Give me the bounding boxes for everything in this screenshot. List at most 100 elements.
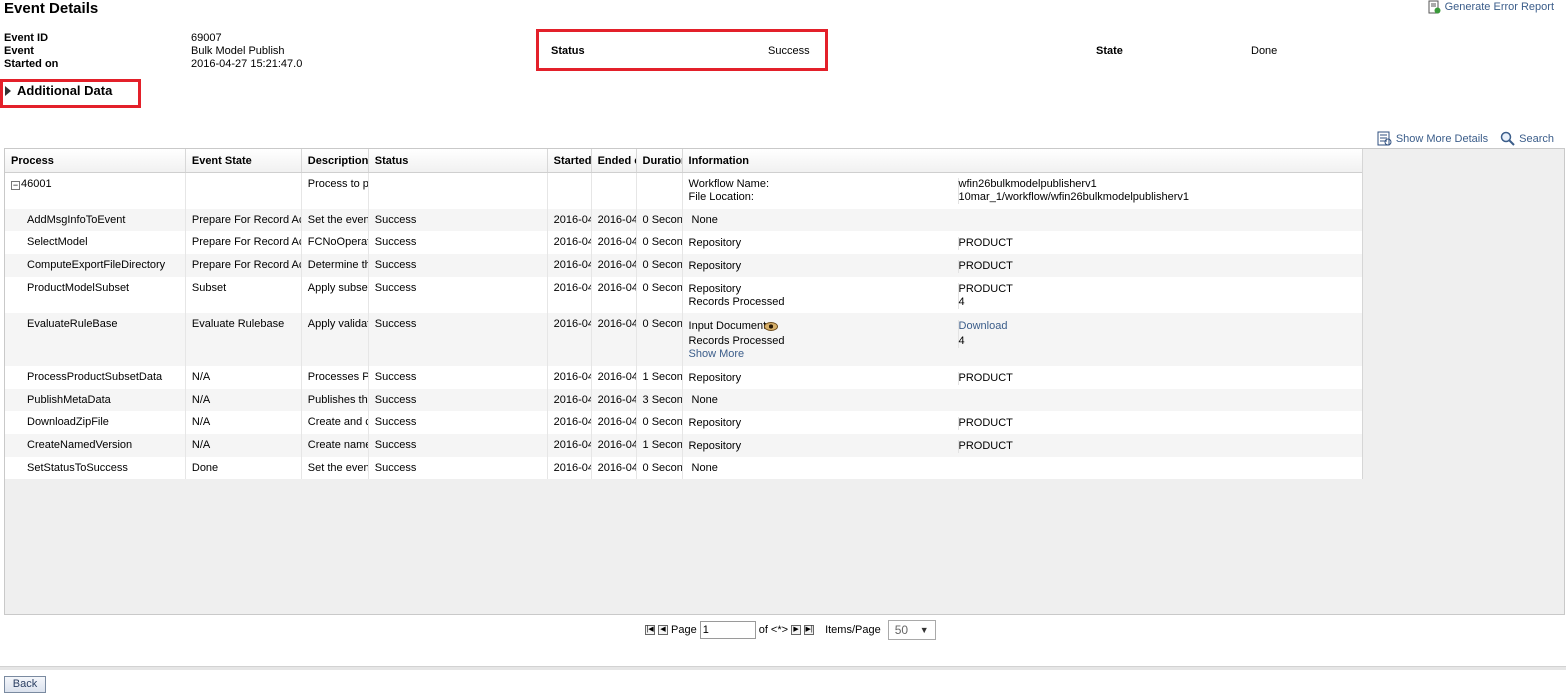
- status-cell: Success: [369, 457, 548, 479]
- ended-cell: 2016-04: [592, 411, 637, 434]
- process-name: SelectModel: [5, 231, 186, 254]
- info-value: PRODUCT: [957, 260, 1362, 273]
- table-row[interactable]: ComputeExportFileDirectory Prepare For R…: [5, 254, 1362, 277]
- column-header-event-state[interactable]: Event State: [186, 149, 302, 172]
- ended-cell: 2016-04: [592, 231, 637, 254]
- started-cell: 2016-04: [548, 277, 592, 313]
- description-cell: Processes P: [302, 366, 369, 389]
- process-name: SetStatusToSuccess: [5, 457, 186, 479]
- table-row[interactable]: AddMsgInfoToEvent Prepare For Record Ac …: [5, 209, 1362, 231]
- info-key: Repository: [688, 260, 742, 272]
- duration-cell: 0 Secon: [637, 313, 683, 366]
- started-cell: 2016-04: [548, 411, 592, 434]
- duration-cell: [637, 173, 683, 209]
- information-cell: None: [691, 462, 718, 474]
- table-row[interactable]: PublishMetaData N/A Publishes th Success…: [5, 389, 1362, 411]
- column-header-status[interactable]: Status: [369, 149, 548, 172]
- process-name: 46001: [21, 178, 52, 190]
- additional-data-toggle[interactable]: Additional Data: [5, 83, 112, 98]
- search-button[interactable]: Search: [1500, 131, 1554, 146]
- started-cell: 2016-04: [548, 434, 592, 457]
- status-value: Success: [768, 45, 810, 57]
- event-state-cell: N/A: [186, 411, 302, 434]
- status-cell: [369, 173, 548, 209]
- event-id-value: 69007: [191, 32, 222, 44]
- description-cell: Publishes th: [302, 389, 369, 411]
- show-more-link[interactable]: Show More: [689, 348, 958, 361]
- info-key: Repository: [688, 283, 742, 295]
- description-cell: Process to p: [302, 173, 369, 209]
- page-label: Page: [671, 624, 697, 636]
- process-grid: Process Event State Description Status S…: [4, 148, 1565, 615]
- last-page-icon[interactable]: ▶|: [804, 625, 815, 635]
- duration-cell: 1 Secon: [637, 366, 683, 389]
- report-icon: [1428, 0, 1441, 14]
- duration-cell: 0 Secon: [637, 277, 683, 313]
- process-cell: −46001: [5, 173, 186, 209]
- event-label: Event: [4, 45, 34, 57]
- ended-cell: [592, 173, 637, 209]
- next-page-icon[interactable]: ▶: [791, 625, 802, 635]
- info-value: PRODUCT: [957, 237, 1362, 250]
- show-more-details-button[interactable]: Show More Details: [1377, 131, 1488, 146]
- info-value: 10mar_1/workflow/wfin26bulkmodelpublishe…: [957, 191, 1362, 204]
- items-per-page-label: Items/Page: [825, 624, 881, 636]
- event-value: Bulk Model Publish: [191, 45, 285, 57]
- table-row[interactable]: EvaluateRuleBase Evaluate Rulebase Apply…: [5, 313, 1362, 366]
- description-cell: Create name: [302, 434, 369, 457]
- column-header-process[interactable]: Process: [5, 149, 186, 172]
- started-cell: 2016-04: [548, 231, 592, 254]
- column-header-ended-on[interactable]: Ended on: [592, 149, 637, 172]
- info-value: PRODUCT: [957, 417, 1362, 430]
- info-value: PRODUCT: [957, 440, 1362, 453]
- column-header-duration[interactable]: Duration: [637, 149, 683, 172]
- duration-cell: 0 Secon: [637, 209, 683, 231]
- collapse-icon[interactable]: −: [11, 181, 20, 190]
- process-name: CreateNamedVersion: [5, 434, 186, 457]
- event-state-cell: N/A: [186, 389, 302, 411]
- table-row[interactable]: CreateNamedVersion N/A Create name Succe…: [5, 434, 1362, 457]
- back-button[interactable]: Back: [4, 676, 46, 693]
- column-header-description[interactable]: Description: [302, 149, 369, 172]
- started-cell: 2016-04: [548, 254, 592, 277]
- started-cell: 2016-04: [548, 389, 592, 411]
- first-page-icon[interactable]: |◀: [645, 625, 655, 635]
- status-cell: Success: [369, 209, 548, 231]
- table-row[interactable]: ProductModelSubset Subset Apply subset S…: [5, 277, 1362, 313]
- prev-page-icon[interactable]: ◀: [658, 625, 668, 635]
- grid-header: Process Event State Description Status S…: [5, 149, 1362, 173]
- additional-data-label: Additional Data: [17, 83, 113, 98]
- description-cell: Apply validat: [302, 313, 369, 366]
- information-cell: Repository PRODUCT: [683, 231, 1362, 254]
- info-value: PRODUCT: [957, 283, 1362, 296]
- description-cell: Apply subset: [302, 277, 369, 313]
- state-value: Done: [1251, 45, 1278, 57]
- information-cell: Repository PRODUCT: [683, 434, 1362, 457]
- table-row[interactable]: ProcessProductSubsetData N/A Processes P…: [5, 366, 1362, 389]
- info-value: PRODUCT: [957, 372, 1362, 385]
- event-state-cell: N/A: [186, 366, 302, 389]
- table-row[interactable]: SelectModel Prepare For Record Ac FCNoOp…: [5, 231, 1362, 254]
- page-number-input[interactable]: [699, 621, 756, 639]
- download-link[interactable]: Download: [957, 320, 1362, 335]
- info-key: Records Processed: [688, 335, 785, 347]
- info-key: Repository: [688, 237, 742, 249]
- description-cell: Set the even: [302, 457, 369, 479]
- event-state-cell: Prepare For Record Ac: [186, 254, 302, 277]
- information-cell: Repository PRODUCT: [683, 254, 1362, 277]
- generate-error-report-link[interactable]: Generate Error Report: [1427, 0, 1554, 14]
- eye-icon[interactable]: [764, 321, 779, 331]
- table-row[interactable]: SetStatusToSuccess Done Set the even Suc…: [5, 457, 1362, 479]
- table-row[interactable]: DownloadZipFile N/A Create and c Success…: [5, 411, 1362, 434]
- process-name: EvaluateRuleBase: [5, 313, 186, 366]
- info-key: Repository: [688, 440, 742, 452]
- show-more-details-label: Show More Details: [1395, 132, 1489, 145]
- column-header-started[interactable]: Started: [548, 149, 592, 172]
- items-per-page-select[interactable]: 50 ▼: [887, 620, 936, 640]
- table-row[interactable]: −46001 Process to p Workflow Name: wfin26…: [5, 173, 1362, 209]
- process-name: ComputeExportFileDirectory: [5, 254, 186, 277]
- column-header-information[interactable]: Information: [683, 149, 1362, 172]
- description-cell: Set the even: [302, 209, 369, 231]
- event-state-cell: Subset: [186, 277, 302, 313]
- info-key: File Location:: [688, 191, 754, 203]
